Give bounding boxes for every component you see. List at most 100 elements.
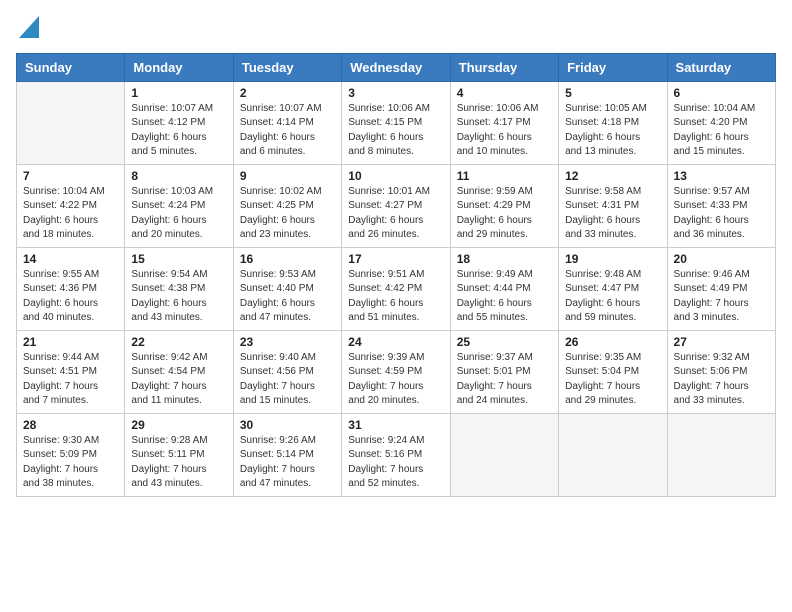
day-number: 30 xyxy=(240,418,335,432)
day-info: Sunrise: 9:28 AMSunset: 5:11 PMDaylight:… xyxy=(131,434,226,492)
day-info: Sunrise: 9:46 AMSunset: 4:49 PMDaylight:… xyxy=(674,268,769,326)
day-number: 16 xyxy=(240,252,335,266)
calendar-cell: 26 Sunrise: 9:35 AMSunset: 5:04 PMDayligh… xyxy=(559,330,667,413)
day-number: 25 xyxy=(457,335,552,349)
day-number: 20 xyxy=(674,252,769,266)
calendar-cell: 17Sunrise: 9:51 AMSunset: 4:42 PMDayligh… xyxy=(342,247,450,330)
day-info: Sunrise: 9:42 AMSunset: 4:54 PMDaylight:… xyxy=(131,351,226,409)
calendar-cell: 22 Sunrise: 9:42 AMSunset: 4:54 PMDayligh… xyxy=(125,330,233,413)
day-info: Sunrise: 9:44 AMSunset: 4:51 PMDaylight:… xyxy=(23,351,118,409)
day-number: 3 xyxy=(348,86,443,100)
day-number: 4 xyxy=(457,86,552,100)
day-number: 17 xyxy=(348,252,443,266)
day-number: 6 xyxy=(674,86,769,100)
calendar-cell: 28 Sunrise: 9:30 AMSunset: 5:09 PMDayligh… xyxy=(17,413,125,496)
calendar-week-row: 21 Sunrise: 9:44 AMSunset: 4:51 PMDayligh… xyxy=(17,330,776,413)
logo-icon xyxy=(19,16,39,38)
day-info: Sunrise: 10:07 AMSunset: 4:14 PMDaylight… xyxy=(240,102,335,160)
calendar-cell: 5 Sunrise: 10:05 AMSunset: 4:18 PMDayligh… xyxy=(559,81,667,164)
calendar-table: SundayMondayTuesdayWednesdayThursdayFrid… xyxy=(16,53,776,497)
day-info: Sunrise: 9:55 AMSunset: 4:36 PMDaylight:… xyxy=(23,268,118,326)
day-info: Sunrise: 9:24 AMSunset: 5:16 PMDaylight:… xyxy=(348,434,443,492)
calendar-cell xyxy=(17,81,125,164)
calendar-cell: 16 Sunrise: 9:53 AMSunset: 4:40 PMDayligh… xyxy=(233,247,341,330)
day-info: Sunrise: 9:26 AMSunset: 5:14 PMDaylight:… xyxy=(240,434,335,492)
day-number: 22 xyxy=(131,335,226,349)
day-info: Sunrise: 9:35 AMSunset: 5:04 PMDaylight:… xyxy=(565,351,660,409)
calendar-cell: 15Sunrise: 9:54 AMSunset: 4:38 PMDayligh… xyxy=(125,247,233,330)
day-info: Sunrise: 10:07 AMSunset: 4:12 PMDaylight… xyxy=(131,102,226,160)
calendar-cell: 10 Sunrise: 10:01 AMSunset: 4:27 PMDaylig… xyxy=(342,164,450,247)
day-info: Sunrise: 10:06 AMSunset: 4:15 PMDaylight… xyxy=(348,102,443,160)
day-number: 29 xyxy=(131,418,226,432)
day-info: Sunrise: 10:04 AMSunset: 4:20 PMDaylight… xyxy=(674,102,769,160)
calendar-header-thursday: Thursday xyxy=(450,53,558,81)
calendar-cell: 23Sunrise: 9:40 AMSunset: 4:56 PMDayligh… xyxy=(233,330,341,413)
calendar-cell: 31 Sunrise: 9:24 AMSunset: 5:16 PMDayligh… xyxy=(342,413,450,496)
calendar-week-row: 1 Sunrise: 10:07 AMSunset: 4:12 PMDayligh… xyxy=(17,81,776,164)
day-info: Sunrise: 9:32 AMSunset: 5:06 PMDaylight:… xyxy=(674,351,769,409)
day-info: Sunrise: 9:58 AMSunset: 4:31 PMDaylight:… xyxy=(565,185,660,243)
calendar-header-wednesday: Wednesday xyxy=(342,53,450,81)
calendar-cell: 12 Sunrise: 9:58 AMSunset: 4:31 PMDayligh… xyxy=(559,164,667,247)
day-number: 9 xyxy=(240,169,335,183)
day-number: 12 xyxy=(565,169,660,183)
day-number: 27 xyxy=(674,335,769,349)
day-number: 26 xyxy=(565,335,660,349)
day-number: 13 xyxy=(674,169,769,183)
calendar-body: 1 Sunrise: 10:07 AMSunset: 4:12 PMDayligh… xyxy=(17,81,776,496)
calendar-cell xyxy=(450,413,558,496)
calendar-cell: 11 Sunrise: 9:59 AMSunset: 4:29 PMDayligh… xyxy=(450,164,558,247)
calendar-cell: 24 Sunrise: 9:39 AMSunset: 4:59 PMDayligh… xyxy=(342,330,450,413)
day-number: 19 xyxy=(565,252,660,266)
day-info: Sunrise: 9:48 AMSunset: 4:47 PMDaylight:… xyxy=(565,268,660,326)
day-number: 11 xyxy=(457,169,552,183)
day-info: Sunrise: 9:30 AMSunset: 5:09 PMDaylight:… xyxy=(23,434,118,492)
day-info: Sunrise: 9:49 AMSunset: 4:44 PMDaylight:… xyxy=(457,268,552,326)
day-info: Sunrise: 10:01 AMSunset: 4:27 PMDaylight… xyxy=(348,185,443,243)
calendar-header-friday: Friday xyxy=(559,53,667,81)
calendar-cell: 25 Sunrise: 9:37 AMSunset: 5:01 PMDayligh… xyxy=(450,330,558,413)
day-number: 23 xyxy=(240,335,335,349)
day-number: 1 xyxy=(131,86,226,100)
day-number: 28 xyxy=(23,418,118,432)
day-info: Sunrise: 9:59 AMSunset: 4:29 PMDaylight:… xyxy=(457,185,552,243)
day-number: 14 xyxy=(23,252,118,266)
day-info: Sunrise: 10:06 AMSunset: 4:17 PMDaylight… xyxy=(457,102,552,160)
calendar-cell: 2 Sunrise: 10:07 AMSunset: 4:14 PMDayligh… xyxy=(233,81,341,164)
calendar-header-row: SundayMondayTuesdayWednesdayThursdayFrid… xyxy=(17,53,776,81)
day-info: Sunrise: 9:53 AMSunset: 4:40 PMDaylight:… xyxy=(240,268,335,326)
day-info: Sunrise: 10:04 AMSunset: 4:22 PMDaylight… xyxy=(23,185,118,243)
calendar-cell: 19 Sunrise: 9:48 AMSunset: 4:47 PMDayligh… xyxy=(559,247,667,330)
calendar-cell: 4 Sunrise: 10:06 AMSunset: 4:17 PMDayligh… xyxy=(450,81,558,164)
calendar-header-sunday: Sunday xyxy=(17,53,125,81)
day-number: 10 xyxy=(348,169,443,183)
calendar-header-saturday: Saturday xyxy=(667,53,775,81)
day-number: 8 xyxy=(131,169,226,183)
calendar-week-row: 14 Sunrise: 9:55 AMSunset: 4:36 PMDayligh… xyxy=(17,247,776,330)
calendar-cell: 3 Sunrise: 10:06 AMSunset: 4:15 PMDayligh… xyxy=(342,81,450,164)
day-info: Sunrise: 9:37 AMSunset: 5:01 PMDaylight:… xyxy=(457,351,552,409)
calendar-cell: 6 Sunrise: 10:04 AMSunset: 4:20 PMDayligh… xyxy=(667,81,775,164)
calendar-week-row: 28 Sunrise: 9:30 AMSunset: 5:09 PMDayligh… xyxy=(17,413,776,496)
calendar-week-row: 7Sunrise: 10:04 AMSunset: 4:22 PMDayligh… xyxy=(17,164,776,247)
calendar-cell: 1 Sunrise: 10:07 AMSunset: 4:12 PMDayligh… xyxy=(125,81,233,164)
calendar-cell: 9Sunrise: 10:02 AMSunset: 4:25 PMDayligh… xyxy=(233,164,341,247)
day-info: Sunrise: 9:39 AMSunset: 4:59 PMDaylight:… xyxy=(348,351,443,409)
calendar-cell: 21 Sunrise: 9:44 AMSunset: 4:51 PMDayligh… xyxy=(17,330,125,413)
day-number: 31 xyxy=(348,418,443,432)
logo xyxy=(16,16,39,43)
calendar-cell: 7Sunrise: 10:04 AMSunset: 4:22 PMDayligh… xyxy=(17,164,125,247)
page-header xyxy=(16,16,776,43)
calendar-header-monday: Monday xyxy=(125,53,233,81)
day-number: 21 xyxy=(23,335,118,349)
day-info: Sunrise: 10:03 AMSunset: 4:24 PMDaylight… xyxy=(131,185,226,243)
day-number: 24 xyxy=(348,335,443,349)
calendar-cell: 18Sunrise: 9:49 AMSunset: 4:44 PMDayligh… xyxy=(450,247,558,330)
day-number: 2 xyxy=(240,86,335,100)
calendar-cell: 30 Sunrise: 9:26 AMSunset: 5:14 PMDayligh… xyxy=(233,413,341,496)
day-info: Sunrise: 10:05 AMSunset: 4:18 PMDaylight… xyxy=(565,102,660,160)
day-number: 5 xyxy=(565,86,660,100)
day-info: Sunrise: 9:54 AMSunset: 4:38 PMDaylight:… xyxy=(131,268,226,326)
calendar-cell: 27 Sunrise: 9:32 AMSunset: 5:06 PMDayligh… xyxy=(667,330,775,413)
